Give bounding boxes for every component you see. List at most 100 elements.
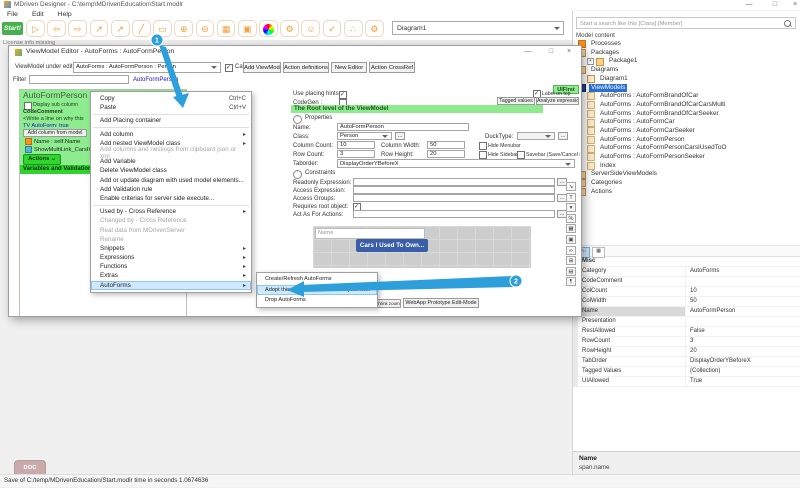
grid-icon[interactable]: ▦ bbox=[217, 20, 236, 37]
tree-item[interactable]: Diagrams bbox=[574, 66, 799, 75]
pointer-arrow-icon[interactable]: ↗ bbox=[90, 20, 109, 37]
tree-item[interactable]: AutoForms : AutoFormCar bbox=[574, 118, 799, 127]
add-column-from-model-button[interactable]: Add column from model bbox=[23, 129, 87, 137]
action-definitions-button[interactable]: Action definitions bbox=[283, 62, 329, 73]
tree-item[interactable]: ServerSideViewModels bbox=[574, 170, 799, 179]
properties-section-header[interactable]: ˆProperties bbox=[293, 115, 332, 124]
menu-help[interactable]: Help bbox=[51, 10, 79, 19]
text-tool-icon[interactable]: T bbox=[566, 193, 576, 202]
name-input[interactable]: AutoFormPerson bbox=[337, 123, 469, 131]
column-width-input[interactable]: 50 bbox=[427, 141, 465, 149]
context-menu-item[interactable]: PasteCtrl+V bbox=[91, 103, 251, 112]
menu-edit[interactable]: Edit bbox=[25, 10, 51, 19]
viewmodel-column-item[interactable]: ShowMultiLink_CarsIU bbox=[25, 146, 93, 153]
run-icon[interactable]: ▷ bbox=[26, 20, 45, 37]
property-row[interactable]: NameAutoFormPerson bbox=[578, 307, 800, 317]
screen-capture-icon[interactable]: ▭ bbox=[153, 20, 172, 37]
dropdown-tool-icon[interactable]: ▾ bbox=[566, 203, 576, 212]
ducktype-combobox[interactable] bbox=[517, 132, 555, 140]
row-count-input[interactable]: 3 bbox=[337, 150, 375, 158]
property-row[interactable]: ColWidth50 bbox=[578, 297, 800, 307]
filter-link[interactable]: AutoFormPerson bbox=[133, 77, 178, 83]
share-nodes-icon[interactable]: ∴ bbox=[344, 20, 363, 37]
tree-item[interactable]: AutoForms : AutoFormPerson bbox=[574, 136, 799, 145]
link-tool-icon[interactable]: ∞ bbox=[566, 246, 576, 255]
taborder-combobox[interactable]: DisplayOrderYBeforeX bbox=[337, 159, 575, 168]
tree-item[interactable]: AutoForms : AutoFormCarSeeker bbox=[574, 127, 799, 136]
property-row[interactable]: CodeComment bbox=[578, 277, 800, 287]
row-height-input[interactable]: 20 bbox=[427, 150, 465, 158]
access-groups-input[interactable] bbox=[353, 194, 555, 202]
tree-item[interactable]: Actions bbox=[574, 188, 799, 197]
maximize-button[interactable]: □ bbox=[768, 0, 782, 9]
context-menu-item[interactable]: Expressions▸ bbox=[91, 253, 251, 262]
form-preview-canvas[interactable]: Name Cars I Used To Own... bbox=[313, 226, 531, 268]
context-menu-item[interactable]: Add Placing container bbox=[91, 116, 251, 125]
preview-cars-button[interactable]: Cars I Used To Own... bbox=[356, 239, 428, 252]
settings-gear-plus-icon[interactable]: ⚙ bbox=[280, 20, 299, 37]
context-menu-item[interactable]: Add column▸ bbox=[91, 130, 251, 139]
property-row[interactable]: CategoryAutoForms bbox=[578, 267, 800, 277]
readonly-expression-input[interactable] bbox=[353, 178, 555, 186]
diagram-selector[interactable]: Diagram1 bbox=[392, 21, 564, 35]
nav-forward-icon[interactable]: ⇨ bbox=[68, 20, 87, 37]
close-button[interactable]: × bbox=[562, 47, 576, 56]
act-as-for-actions-input[interactable] bbox=[353, 210, 555, 218]
image-tool-icon[interactable]: ▣ bbox=[566, 235, 576, 244]
class-browse-button[interactable]: ... bbox=[395, 132, 405, 140]
tree-item[interactable]: Diagram1 bbox=[574, 75, 799, 84]
categ-checkbox[interactable] bbox=[225, 64, 233, 72]
color-wheel-icon[interactable] bbox=[259, 20, 278, 37]
actions-toggle-button[interactable]: Actions ⌄ bbox=[23, 154, 61, 165]
access-expression-input[interactable] bbox=[353, 186, 555, 194]
hide-menubar-checkbox[interactable] bbox=[479, 142, 487, 150]
gear-light-icon[interactable]: ⚙ bbox=[365, 20, 384, 37]
submenu-item[interactable]: Drop AutoForms bbox=[257, 295, 377, 306]
submenu-item[interactable]: Create/Refresh AutoForms bbox=[257, 274, 377, 285]
tree-item[interactable]: AutoForms : AutoFormPersonSeeker bbox=[574, 153, 799, 162]
tree-item[interactable]: AutoForms : AutoFormBrandOfCarCarsMulti bbox=[574, 101, 799, 110]
context-menu-item[interactable]: Real data from MDrivenServer bbox=[91, 225, 251, 234]
tree-item[interactable]: AutoForms : AutoFormBrandOfCar bbox=[574, 92, 799, 101]
tree-item[interactable]: AutoForms : AutoFormBrandOfCarSeeker bbox=[574, 110, 799, 119]
tree-item[interactable]: ViewModels bbox=[574, 83, 799, 92]
webapp-prototype-button[interactable]: WebApp Prototype Edit-Mode bbox=[403, 298, 479, 308]
draw-line-icon[interactable]: ╱ bbox=[132, 20, 151, 37]
minimize-button[interactable]: — bbox=[742, 0, 756, 9]
zoom-out-icon[interactable]: ⊖ bbox=[196, 20, 215, 37]
nav-back-icon[interactable]: ⇦ bbox=[47, 20, 66, 37]
context-menu-item[interactable]: Delete ViewModel class bbox=[91, 166, 251, 175]
context-menu-item[interactable]: Used by - Cross Reference▸ bbox=[91, 207, 251, 216]
menu-file[interactable]: File bbox=[0, 10, 25, 19]
use-placing-hints-checkbox[interactable] bbox=[339, 91, 347, 99]
table-tool-icon[interactable]: ⊞ bbox=[566, 256, 576, 265]
tagged-values-button[interactable]: Tagged values bbox=[497, 97, 535, 105]
property-row[interactable]: ColCount10 bbox=[578, 287, 800, 297]
viewmodel-column-item[interactable]: Name : self.Name bbox=[25, 138, 80, 145]
ducktype-browse-button[interactable]: ... bbox=[558, 132, 568, 140]
close-button[interactable]: × bbox=[788, 0, 800, 9]
property-category-row[interactable]: Misc bbox=[578, 257, 800, 267]
new-editor-button[interactable]: New Editor bbox=[331, 62, 367, 73]
property-row[interactable]: RowCount3 bbox=[578, 337, 800, 347]
grid-tool-icon[interactable]: ▦ bbox=[566, 224, 576, 233]
context-menu-item[interactable]: Add or update diagram with used model el… bbox=[91, 176, 251, 185]
property-row[interactable]: UIAllowedTrue bbox=[578, 377, 800, 387]
context-menu-item[interactable]: Enable criterias for server side execute… bbox=[91, 194, 251, 203]
pointer-arrow-plus-icon[interactable]: ↗ bbox=[111, 20, 130, 37]
analyze-expressions-button[interactable]: Analyze expressions bbox=[536, 97, 579, 105]
context-menu-item[interactable]: Functions▸ bbox=[91, 262, 251, 271]
shrink-zoom-button[interactable]: shrink zoom to fit bbox=[375, 299, 401, 308]
context-menu-item[interactable]: AutoForms▸ bbox=[91, 281, 251, 290]
tree-item[interactable]: AutoForms : AutoFormPersonCarsIUsedToO bbox=[574, 144, 799, 153]
context-menu-item[interactable]: Rename bbox=[91, 235, 251, 244]
paragraph-tool-icon[interactable]: ¶ bbox=[566, 277, 576, 286]
tree-item[interactable]: Packages bbox=[574, 49, 799, 58]
class-combobox[interactable]: Person bbox=[337, 132, 392, 140]
under-edit-combobox[interactable]: AutoForms : AutoFormPerson : Person bbox=[73, 62, 221, 73]
user-icon[interactable]: ☺ bbox=[301, 20, 320, 37]
constraints-section-header[interactable]: ˇConstraints bbox=[293, 170, 335, 179]
context-menu-item[interactable]: CopyCtrl+C bbox=[91, 94, 251, 103]
maximize-button[interactable]: □ bbox=[544, 47, 558, 56]
context-menu-item[interactable]: Add columns and nestings from clipboard … bbox=[91, 148, 251, 157]
